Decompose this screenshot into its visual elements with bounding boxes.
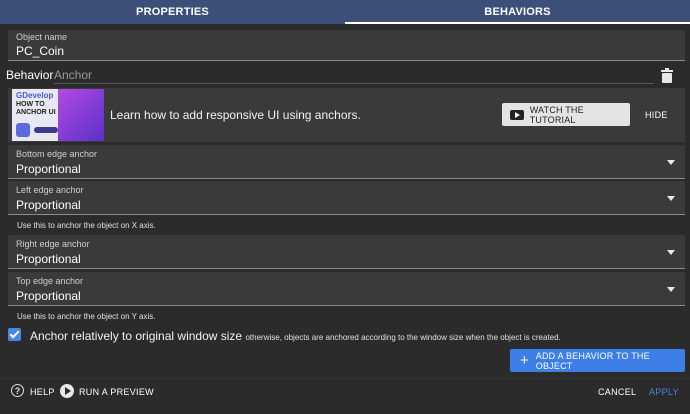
behavior-header: Behavior Anchor — [0, 64, 690, 86]
run-preview-button[interactable]: RUN A PREVIEW — [79, 387, 154, 397]
right-edge-anchor-select[interactable]: Right edge anchor Proportional — [8, 235, 685, 269]
anchor-relative-checkbox[interactable] — [8, 328, 21, 341]
tab-properties[interactable]: PROPERTIES — [0, 0, 345, 24]
thumbnail-brand: GDevelop — [16, 91, 54, 100]
right-edge-anchor-value: Proportional — [16, 252, 81, 266]
thumbnail-art — [58, 89, 104, 141]
helper-text-y-axis: Use this to anchor the object on Y axis. — [17, 312, 156, 321]
tutorial-thumbnail[interactable]: GDevelop HOW TO ANCHOR UI — [12, 89, 104, 141]
chevron-down-icon — [667, 287, 675, 292]
behavior-name[interactable]: Anchor — [54, 68, 92, 82]
top-edge-anchor-label: Top edge anchor — [16, 276, 84, 286]
left-edge-anchor-label: Left edge anchor — [16, 185, 84, 195]
top-edge-anchor-value: Proportional — [16, 289, 81, 303]
behavior-name-underline — [54, 83, 654, 84]
bottom-edge-anchor-select[interactable]: Bottom edge anchor Proportional — [8, 145, 685, 179]
object-name-label: Object name — [16, 32, 68, 42]
thumbnail-bar — [34, 127, 58, 133]
help-icon[interactable]: ? — [11, 384, 24, 397]
add-behavior-button[interactable]: + ADD A BEHAVIOR TO THE OBJECT — [510, 349, 685, 372]
left-edge-anchor-value: Proportional — [16, 198, 81, 212]
apply-button[interactable]: APPLY — [649, 387, 679, 397]
bottom-edge-anchor-value: Proportional — [16, 162, 81, 176]
tutorial-banner: GDevelop HOW TO ANCHOR UI Learn how to a… — [8, 88, 685, 142]
trash-icon[interactable] — [660, 68, 674, 83]
chevron-down-icon — [667, 250, 675, 255]
left-edge-anchor-select[interactable]: Left edge anchor Proportional — [8, 181, 685, 215]
right-edge-anchor-label: Right edge anchor — [16, 239, 90, 249]
thumbnail-title: HOW TO ANCHOR UI — [16, 101, 56, 116]
footer-divider — [0, 378, 690, 379]
chevron-down-icon — [667, 160, 675, 165]
gdevelop-logo-icon — [16, 123, 30, 137]
anchor-relative-label[interactable]: Anchor relatively to original window siz… — [30, 329, 561, 343]
tab-bar: PROPERTIES BEHAVIORS — [0, 0, 690, 24]
cancel-button[interactable]: CANCEL — [598, 387, 636, 397]
anchor-relative-label-main: Anchor relatively to original window siz… — [30, 329, 243, 343]
add-behavior-label: ADD A BEHAVIOR TO THE OBJECT — [535, 350, 650, 371]
helper-text-x-axis: Use this to anchor the object on X axis. — [17, 221, 156, 230]
object-name-field[interactable]: Object name PC_Coin — [8, 30, 685, 61]
object-name-value[interactable]: PC_Coin — [16, 44, 64, 58]
chevron-down-icon — [667, 196, 675, 201]
bottom-edge-anchor-label: Bottom edge anchor — [16, 149, 98, 159]
help-button[interactable]: HELP — [30, 387, 55, 397]
watch-tutorial-button[interactable]: WATCH THE TUTORIAL — [502, 103, 630, 126]
plus-icon: + — [520, 352, 529, 369]
hide-button[interactable]: HIDE — [645, 110, 668, 120]
tab-behaviors[interactable]: BEHAVIORS — [345, 0, 690, 24]
top-edge-anchor-select[interactable]: Top edge anchor Proportional — [8, 272, 685, 306]
tutorial-text: Learn how to add responsive UI using anc… — [110, 108, 361, 122]
watch-tutorial-label: WATCH THE TUTORIAL — [529, 104, 584, 125]
youtube-icon — [510, 109, 524, 120]
anchor-relative-label-sub: otherwise, objects are anchored accordin… — [245, 333, 561, 342]
behavior-title: Behavior — [6, 68, 54, 82]
play-icon[interactable] — [60, 384, 74, 398]
